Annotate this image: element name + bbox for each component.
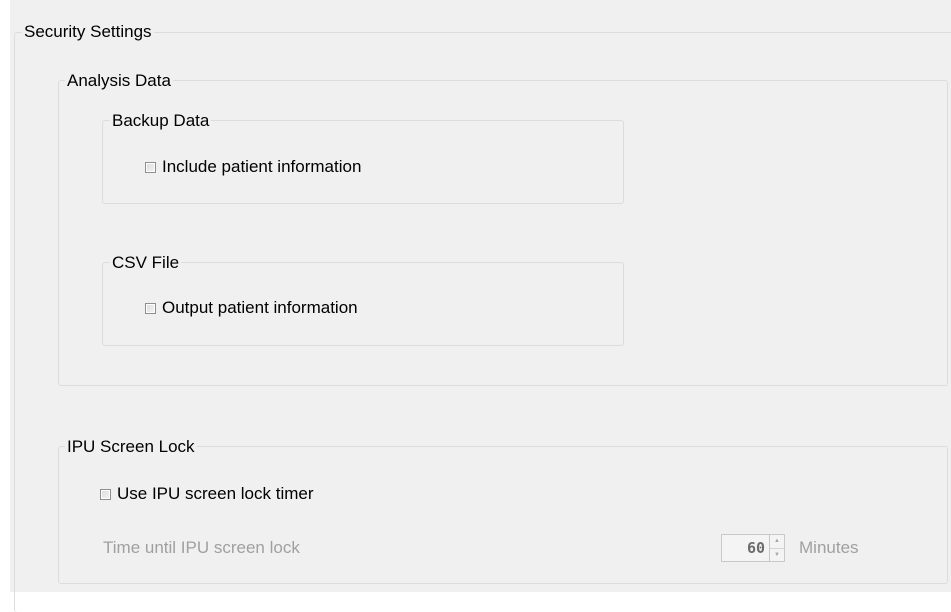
output-patient-info-checkbox[interactable] [145, 302, 156, 314]
include-patient-info-checkbox[interactable] [145, 161, 156, 173]
include-patient-info-checkbox-row[interactable]: Include patient information [145, 157, 361, 177]
analysis-data-title: Analysis Data [65, 71, 173, 91]
backup-data-title: Backup Data [110, 111, 212, 131]
use-ipu-lock-timer-checkbox[interactable] [100, 488, 111, 500]
use-ipu-lock-timer-label: Use IPU screen lock timer [117, 484, 314, 503]
security-settings-panel: Security Settings Analysis Data Backup D… [10, 0, 951, 612]
output-patient-info-label: Output patient information [162, 298, 358, 317]
ipu-screen-lock-title: IPU Screen Lock [65, 437, 197, 457]
ipu-screen-lock-group [58, 446, 948, 584]
time-until-lock-unit: Minutes [799, 538, 859, 557]
security-settings-title: Security Settings [22, 22, 154, 42]
output-patient-info-checkbox-row[interactable]: Output patient information [145, 298, 358, 318]
include-patient-info-label: Include patient information [162, 157, 362, 176]
time-until-lock-value[interactable]: 60 [722, 535, 769, 561]
spin-up-icon[interactable]: ▲ [770, 535, 784, 548]
csv-file-title: CSV File [110, 253, 182, 273]
spinner-arrows: ▲ ▼ [769, 535, 784, 561]
spin-down-icon[interactable]: ▼ [770, 547, 784, 562]
time-until-lock-label: Time until IPU screen lock [103, 538, 300, 557]
use-ipu-lock-timer-checkbox-row[interactable]: Use IPU screen lock timer [100, 484, 314, 504]
time-until-lock-spinner[interactable]: 60 ▲ ▼ [721, 534, 785, 562]
